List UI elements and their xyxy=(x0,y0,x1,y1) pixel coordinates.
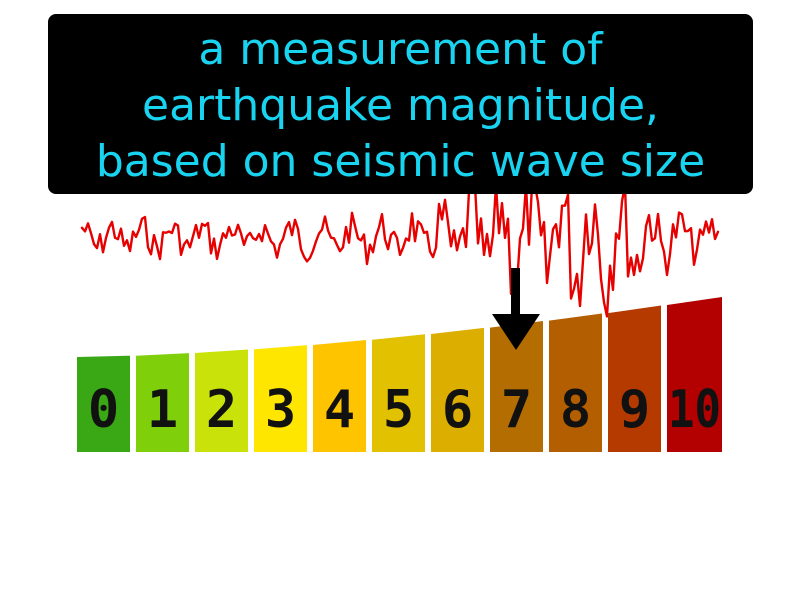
scale-label-10: 10 xyxy=(668,380,721,440)
definition-line-1: a measurement of xyxy=(198,24,603,75)
scale-label-0: 0 xyxy=(88,380,119,440)
scale-label-8: 8 xyxy=(560,380,591,440)
scale-label-6: 6 xyxy=(442,380,473,440)
scale-label-4: 4 xyxy=(324,380,355,440)
definition-line-3: based on seismic wave size xyxy=(95,136,706,187)
seismogram-waveform xyxy=(80,183,720,318)
magnitude-scale: 0 1 2 3 4 5 6 7 8 9 10 xyxy=(77,297,722,452)
scale-label-5: 5 xyxy=(383,380,414,440)
definition-caption: a measurement of earthquake magnitude, b… xyxy=(48,14,753,194)
scale-label-7: 7 xyxy=(501,380,532,440)
scale-label-1: 1 xyxy=(147,380,178,440)
scale-label-2: 2 xyxy=(206,380,237,440)
scale-label-9: 9 xyxy=(619,380,650,440)
scale-label-3: 3 xyxy=(265,380,296,440)
definition-line-2: earthquake magnitude, xyxy=(142,80,659,131)
